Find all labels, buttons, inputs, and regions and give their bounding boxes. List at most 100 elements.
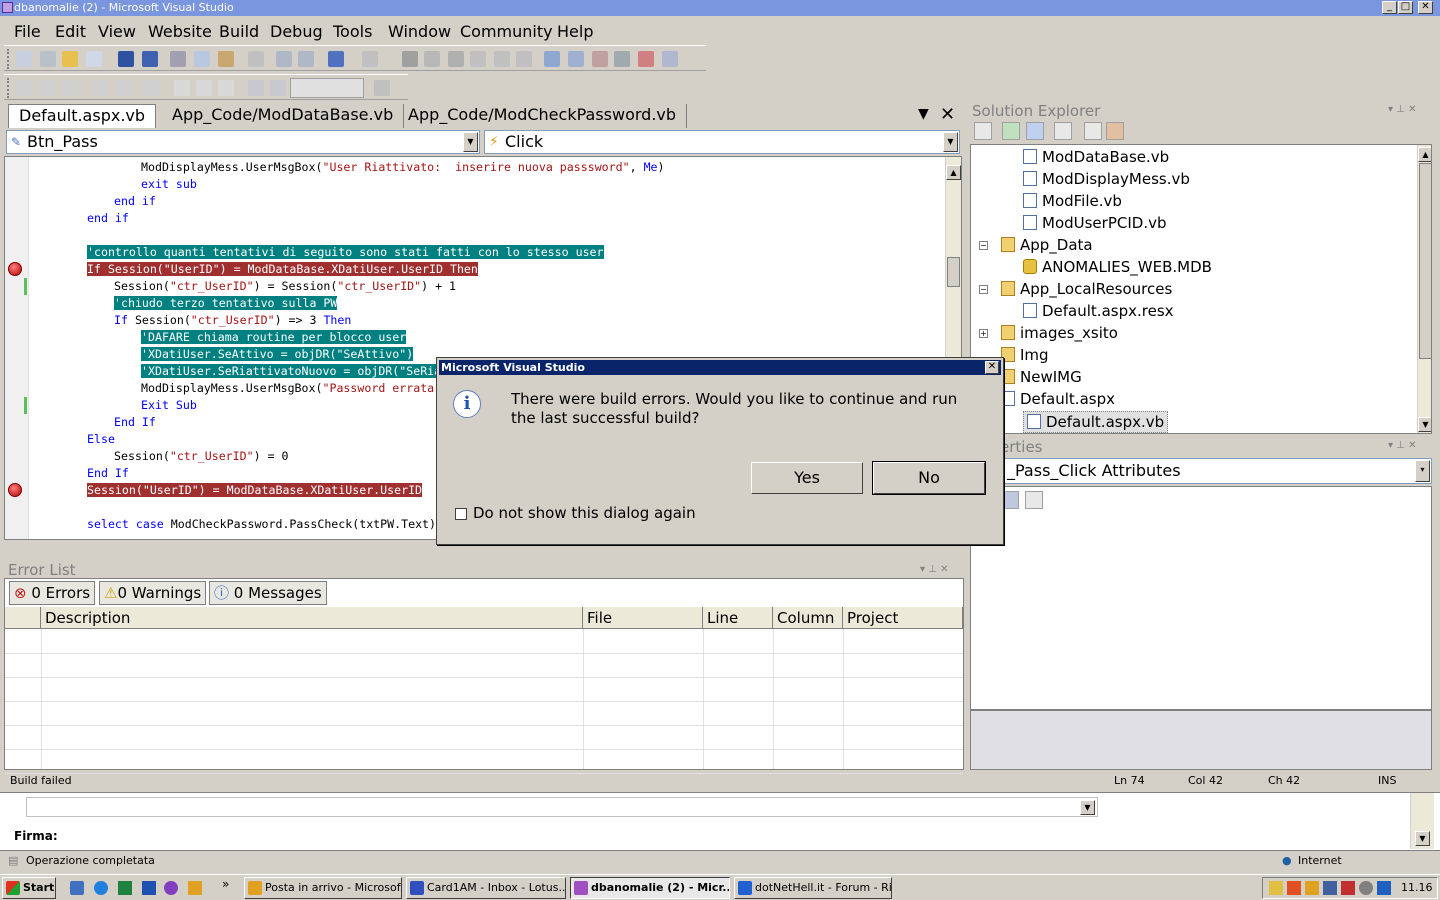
column-file[interactable]: File bbox=[583, 607, 703, 629]
task-ie[interactable]: dotNetHell.it - Forum - Ri... bbox=[734, 877, 892, 899]
menu-help[interactable]: Help bbox=[557, 22, 593, 42]
code-line[interactable]: If Session("UserID") = ModDataBase.XDati… bbox=[87, 261, 478, 278]
code-line[interactable]: end if bbox=[87, 210, 129, 227]
step-out-icon[interactable] bbox=[516, 51, 532, 67]
properties-title[interactable]: erties bbox=[996, 438, 1432, 456]
tree-item[interactable]: Default.aspx bbox=[1001, 389, 1115, 409]
open-file-icon[interactable] bbox=[62, 51, 78, 67]
layout-icon[interactable] bbox=[374, 80, 390, 96]
tab-list-dropdown-icon[interactable]: ▼ bbox=[918, 106, 929, 122]
tray-network-icon[interactable] bbox=[1323, 881, 1337, 895]
code-line[interactable]: 'XDatiUser.SeAttivo = objDR("SeAttivo") bbox=[141, 346, 414, 363]
cut-icon[interactable] bbox=[170, 51, 186, 67]
browser-scroll-down-icon[interactable]: ▼ bbox=[1415, 831, 1430, 846]
properties-object-combo[interactable]: _Pass_Click Attributes ▾ bbox=[970, 458, 1432, 484]
object-browser-icon[interactable] bbox=[638, 51, 654, 67]
browser-scrollbar[interactable]: ▼ bbox=[1410, 793, 1434, 849]
tree-vertical-scrollbar[interactable]: ▲ ▼ bbox=[1417, 145, 1431, 433]
tree-item[interactable]: App_LocalResources bbox=[1001, 279, 1172, 299]
code-line[interactable]: End If bbox=[114, 414, 156, 431]
uncomment-icon[interactable] bbox=[298, 51, 314, 67]
tab-moddatabase-vb[interactable]: App_Code/ModDataBase.vb bbox=[162, 104, 405, 128]
zoom-out-icon[interactable] bbox=[270, 80, 286, 96]
task-lotus[interactable]: Card1AM - Inbox - Lotus... bbox=[406, 877, 566, 899]
solution-explorer-icon[interactable] bbox=[568, 51, 584, 67]
solution-explorer-title[interactable]: Solution Explorer bbox=[968, 102, 1434, 120]
code-line[interactable]: If Session("ctr_UserID") => 3 Then bbox=[114, 312, 351, 329]
add-item-icon[interactable] bbox=[40, 51, 56, 67]
do-not-show-checkbox[interactable] bbox=[455, 508, 467, 520]
code-line[interactable]: Session("ctr_UserID") = Session("ctr_Use… bbox=[114, 278, 456, 295]
zoom-in-icon[interactable] bbox=[248, 80, 264, 96]
menu-window[interactable]: Window bbox=[388, 22, 451, 42]
copy-icon[interactable] bbox=[194, 51, 210, 67]
tree-item[interactable]: App_Data bbox=[1001, 235, 1093, 255]
code-line[interactable]: Session("UserID") = ModDataBase.XDatiUse… bbox=[87, 482, 423, 499]
comment-icon[interactable] bbox=[276, 51, 292, 67]
tray-antivirus-icon[interactable] bbox=[1341, 881, 1355, 895]
browser-text-field[interactable]: ▼ bbox=[26, 797, 1098, 817]
view-code-icon[interactable] bbox=[1054, 122, 1072, 140]
lowercase-icon[interactable] bbox=[174, 80, 190, 96]
stop-icon[interactable] bbox=[448, 51, 464, 67]
yes-button[interactable]: Yes bbox=[751, 462, 863, 494]
quicklaunch-vs-icon[interactable] bbox=[164, 881, 178, 895]
quicklaunch-lotus-icon[interactable] bbox=[188, 881, 202, 895]
error-list-controls-icon[interactable]: ▾ ⊥ ✕ bbox=[920, 564, 948, 575]
refresh-icon[interactable] bbox=[1002, 122, 1020, 140]
tree-item[interactable]: Img bbox=[1001, 345, 1049, 365]
code-line[interactable]: Exit Sub bbox=[141, 397, 197, 414]
expand-icon[interactable]: + bbox=[979, 329, 988, 338]
dialog-title-bar[interactable]: Microsoft Visual Studio ✕ bbox=[439, 360, 1001, 375]
sort-icon[interactable] bbox=[62, 80, 78, 96]
properties-icon[interactable] bbox=[592, 51, 608, 67]
column-project[interactable]: Project bbox=[843, 607, 963, 629]
tray-lotus-icon[interactable] bbox=[1305, 881, 1319, 895]
menu-build[interactable]: Build bbox=[219, 22, 259, 42]
other-windows-icon[interactable] bbox=[662, 51, 678, 67]
collapse-icon[interactable]: − bbox=[979, 285, 988, 294]
start-debug-icon[interactable] bbox=[402, 51, 418, 67]
quicklaunch-ie-icon[interactable] bbox=[70, 881, 84, 895]
browser-field-arrow-icon[interactable]: ▼ bbox=[1080, 800, 1095, 815]
method-combo[interactable]: ⚡ Click ▼ bbox=[484, 130, 960, 154]
undo-icon[interactable] bbox=[328, 51, 344, 67]
menu-debug[interactable]: Debug bbox=[270, 22, 323, 42]
method-combo-arrow-icon[interactable]: ▼ bbox=[943, 132, 958, 152]
code-line[interactable]: end if bbox=[114, 193, 156, 210]
tray-volume-icon[interactable] bbox=[1359, 881, 1373, 895]
tray-app-icon[interactable] bbox=[1287, 881, 1301, 895]
object-combo[interactable]: ✎ Btn_Pass ▼ bbox=[6, 130, 480, 154]
tree-item[interactable]: images_xsito bbox=[1001, 323, 1118, 343]
properties-combo-arrow-icon[interactable]: ▾ bbox=[1415, 460, 1430, 482]
tree-item[interactable]: ModUserPCID.vb bbox=[1023, 213, 1167, 233]
maximize-button[interactable]: □ bbox=[1398, 1, 1413, 14]
column-icon[interactable] bbox=[5, 607, 41, 629]
close-tab-icon[interactable]: ✕ bbox=[940, 104, 955, 126]
breakpoint-icon[interactable] bbox=[8, 262, 22, 276]
tab-modcheckpassword-vb[interactable]: App_Code/ModCheckPassword.vb bbox=[398, 104, 688, 128]
display-object-members-icon[interactable] bbox=[16, 80, 32, 96]
quicklaunch-browser-icon[interactable] bbox=[94, 881, 108, 895]
copy-website-icon[interactable] bbox=[1106, 122, 1124, 140]
task-outlook[interactable]: Posta in arrivo - Microsof... bbox=[244, 877, 402, 899]
code-line[interactable]: exit sub bbox=[141, 176, 197, 193]
minimize-button[interactable]: _ bbox=[1382, 1, 1397, 14]
zoom-combo[interactable] bbox=[290, 78, 364, 98]
dialog-close-button[interactable]: ✕ bbox=[985, 361, 999, 374]
warnings-filter-button[interactable]: ⚠0 Warnings bbox=[99, 581, 207, 605]
redo-icon[interactable] bbox=[362, 51, 378, 67]
tree-item[interactable]: ModFile.vb bbox=[1023, 191, 1122, 211]
code-line[interactable]: ModDisplayMess.UserMsgBox("User Riattiva… bbox=[141, 159, 665, 176]
properties-panel-controls-icon[interactable]: ▾ ⊥ ✕ bbox=[1388, 440, 1416, 451]
code-line[interactable]: End If bbox=[87, 465, 129, 482]
menu-edit[interactable]: Edit bbox=[55, 22, 86, 42]
toolbox-icon[interactable] bbox=[614, 51, 630, 67]
editor-margin[interactable] bbox=[5, 157, 29, 539]
code-line[interactable]: 'chiudo terzo tentativo sulla PW bbox=[114, 295, 338, 312]
save-all-icon[interactable] bbox=[142, 51, 158, 67]
code-line[interactable]: Else bbox=[87, 431, 115, 448]
scroll-up-icon[interactable]: ▲ bbox=[946, 165, 961, 180]
nest-files-icon[interactable] bbox=[1026, 122, 1044, 140]
breakpoint-icon[interactable] bbox=[8, 483, 22, 497]
